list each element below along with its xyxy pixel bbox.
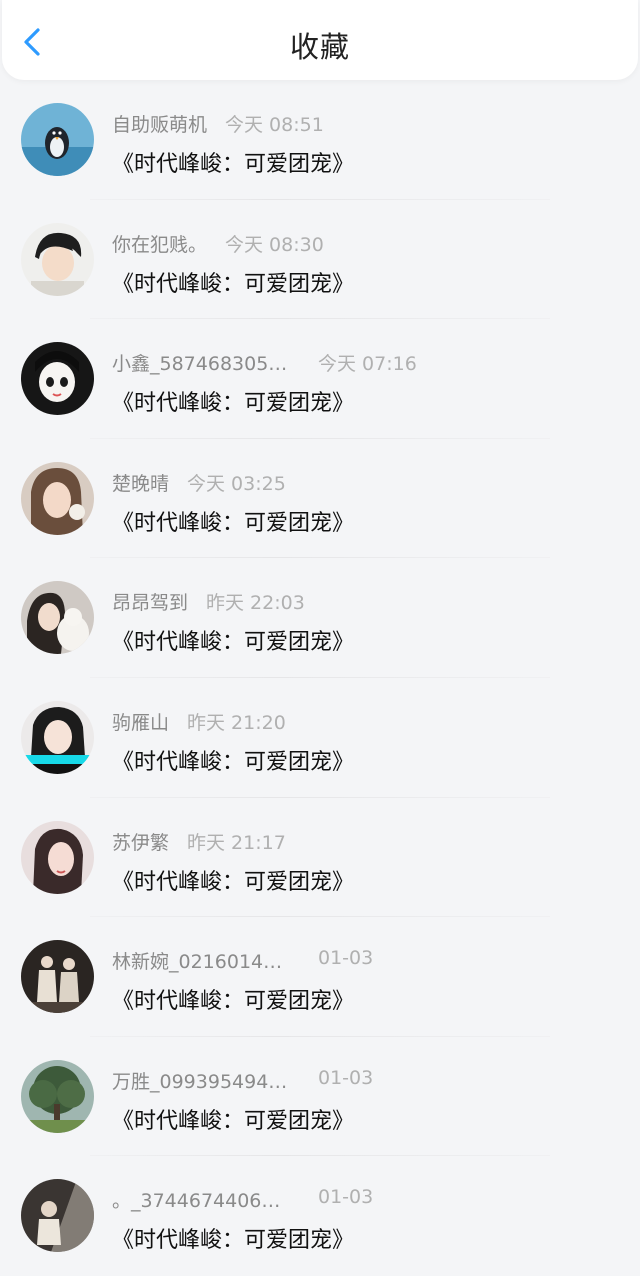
timestamp: 昨天 22:03: [206, 592, 305, 615]
item-title: 《时代峰峻：可爱团宠》: [112, 391, 355, 417]
user-name[interactable]: 自助贩萌机: [112, 110, 207, 137]
item-meta: 。_3744674406… 01-03: [112, 1186, 373, 1214]
user-name[interactable]: 万胜_099395494…: [112, 1067, 300, 1094]
item-meta: 楚晚晴 今天 03:25: [112, 469, 286, 497]
user-name[interactable]: 小鑫_587468305…: [112, 349, 300, 376]
item-title: 《时代峰峻：可爱团宠》: [112, 630, 355, 656]
item-title: 《时代峰峻：可爱团宠》: [112, 869, 355, 895]
item-title: 《时代峰峻：可爱团宠》: [112, 989, 355, 1015]
item-title: 《时代峰峻：可爱团宠》: [112, 271, 355, 297]
user-name[interactable]: 楚晚晴: [112, 469, 169, 496]
avatar[interactable]: [21, 581, 94, 655]
avatar[interactable]: [21, 342, 94, 416]
list-item[interactable]: 昂昂驾到 昨天 22:03 《时代峰峻：可爱团宠》: [0, 558, 640, 678]
top-bar: 收藏: [2, 0, 638, 80]
user-name[interactable]: 驹雁山: [112, 708, 169, 735]
item-title: 《时代峰峻：可爱团宠》: [112, 510, 355, 536]
timestamp: 昨天 21:20: [187, 711, 286, 734]
avatar[interactable]: [21, 461, 94, 535]
item-meta: 林新婉_0216014… 01-03: [112, 947, 373, 975]
avatar[interactable]: [21, 940, 94, 1014]
list-item[interactable]: 苏伊繁 昨天 21:17 《时代峰峻：可爱团宠》: [0, 798, 640, 918]
list-item[interactable]: 。_3744674406… 01-03 《时代峰峻：可爱团宠》: [0, 1156, 640, 1276]
item-title: 《时代峰峻：可爱团宠》: [112, 1108, 355, 1134]
timestamp: 今天 03:25: [187, 472, 286, 495]
list-item[interactable]: 林新婉_0216014… 01-03 《时代峰峻：可爱团宠》: [0, 917, 640, 1037]
item-meta: 驹雁山 昨天 21:20: [112, 708, 286, 736]
item-meta: 自助贩萌机 今天 08:51: [112, 110, 324, 138]
item-meta: 苏伊繁 昨天 21:17: [112, 828, 286, 856]
user-name[interactable]: 你在犯贱。: [112, 230, 207, 257]
avatar[interactable]: [21, 1059, 94, 1133]
avatar[interactable]: [21, 820, 94, 894]
timestamp: 01-03: [318, 1186, 374, 1209]
page-title: 收藏: [289, 30, 350, 64]
list-item[interactable]: 自助贩萌机 今天 08:51 《时代峰峻：可爱团宠》: [0, 80, 640, 200]
item-meta: 万胜_099395494… 01-03: [112, 1067, 373, 1095]
list-item[interactable]: 驹雁山 昨天 21:20 《时代峰峻：可爱团宠》: [0, 678, 640, 798]
list-item[interactable]: 你在犯贱。 今天 08:30 《时代峰峻：可爱团宠》: [0, 200, 640, 320]
avatar[interactable]: [21, 103, 94, 176]
avatar[interactable]: [21, 700, 94, 774]
timestamp: 今天 07:16: [318, 353, 417, 376]
timestamp: 昨天 21:17: [187, 831, 286, 854]
item-title: 《时代峰峻：可爱团宠》: [112, 152, 355, 177]
avatar[interactable]: [21, 1179, 94, 1253]
user-name[interactable]: 。_3744674406…: [112, 1186, 300, 1213]
list-item[interactable]: 楚晚晴 今天 03:25 《时代峰峻：可爱团宠》: [0, 439, 640, 559]
timestamp: 今天 08:30: [225, 233, 324, 256]
item-meta: 小鑫_587468305… 今天 07:16: [112, 349, 417, 377]
item-meta: 昂昂驾到 昨天 22:03: [112, 588, 305, 616]
timestamp: 01-03: [318, 1066, 374, 1089]
list-item[interactable]: 小鑫_587468305… 今天 07:16 《时代峰峻：可爱团宠》: [0, 319, 640, 439]
item-title: 《时代峰峻：可爱团宠》: [112, 749, 355, 775]
timestamp: 今天 08:51: [225, 114, 324, 136]
user-name[interactable]: 苏伊繁: [112, 828, 169, 855]
list-item[interactable]: 万胜_099395494… 01-03 《时代峰峻：可爱团宠》: [0, 1037, 640, 1157]
item-title: 《时代峰峻：可爱团宠》: [112, 1228, 355, 1254]
user-name[interactable]: 昂昂驾到: [112, 588, 188, 615]
favorites-list: 自助贩萌机 今天 08:51 《时代峰峻：可爱团宠》 你在犯贱。 今天 08:30 …: [0, 80, 640, 1276]
timestamp: 01-03: [318, 947, 374, 970]
avatar[interactable]: [21, 222, 94, 296]
item-meta: 你在犯贱。 今天 08:30: [112, 230, 324, 258]
user-name[interactable]: 林新婉_0216014…: [112, 947, 300, 974]
